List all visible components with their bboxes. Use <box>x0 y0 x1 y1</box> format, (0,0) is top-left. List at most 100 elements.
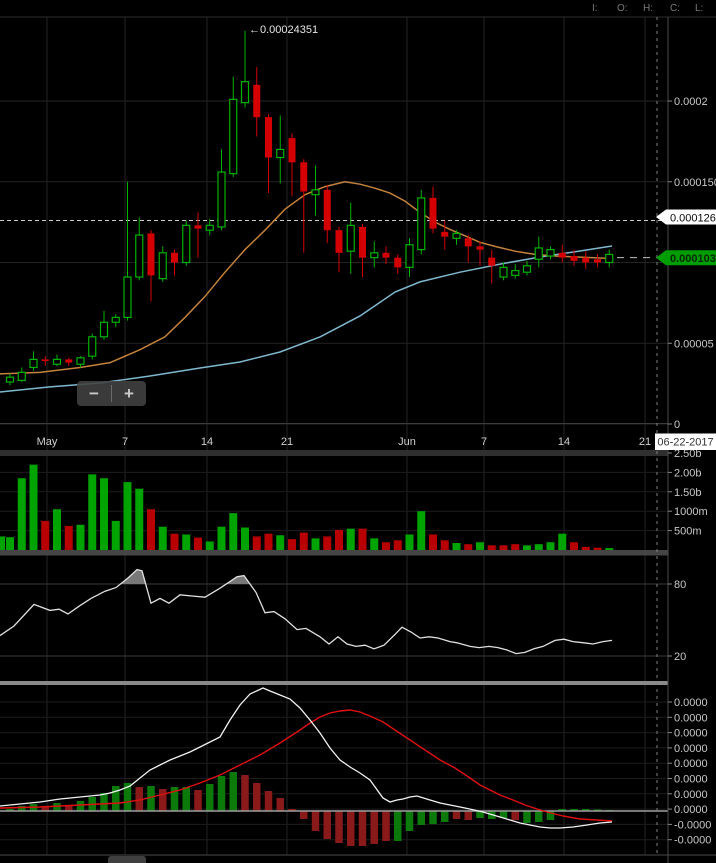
candlestick <box>88 333 97 360</box>
candlestick <box>99 310 109 341</box>
time-axis-label: 14 <box>558 436 570 448</box>
volume-bar <box>487 545 496 550</box>
price-tick-label: 0.0002 <box>674 96 708 108</box>
candlestick <box>594 254 601 268</box>
macd-histogram-bar <box>241 775 249 811</box>
oscillator-panel[interactable] <box>0 568 613 655</box>
volume-bar <box>440 540 449 550</box>
volume-bar <box>76 524 85 550</box>
macd-histogram-bar <box>264 791 273 811</box>
price-tick-label: 0 <box>674 419 680 431</box>
volume-panel[interactable] <box>0 464 614 550</box>
price-tick-label: 0.000150 <box>674 177 716 189</box>
candlestick <box>605 249 614 268</box>
macd-histogram-bar <box>300 811 308 819</box>
candle-body-down <box>335 230 343 253</box>
candle-body-up <box>276 148 285 159</box>
candle-body-up <box>99 321 109 338</box>
volume-bar <box>241 527 249 550</box>
candle-body-down <box>570 256 578 261</box>
time-axis-label: Jun <box>398 436 416 448</box>
macd-histogram-bar <box>452 811 461 819</box>
zoom-control: − + <box>77 381 146 406</box>
candlestick <box>429 186 437 234</box>
candlestick <box>217 149 226 231</box>
candle-body-down <box>41 359 49 362</box>
candle-body-up <box>534 247 543 260</box>
candle-body-up <box>499 266 508 278</box>
volume-bar <box>452 543 461 550</box>
time-axis-label: 21 <box>639 436 651 448</box>
candle-body-up <box>229 98 238 175</box>
volume-tick-label: 500m <box>674 526 702 538</box>
last-price-tag: 0.000103 <box>656 250 716 266</box>
date-tag-value: 06-22-2017 <box>657 437 713 449</box>
ma-blue-line <box>0 245 613 393</box>
volume-bar <box>41 520 50 550</box>
macd-panel[interactable] <box>0 687 668 846</box>
ohlc-open-label: O: <box>617 3 628 14</box>
macd-histogram-bar <box>511 811 519 820</box>
candlestick <box>171 249 178 276</box>
volume-tick-label: 1.50b <box>674 487 702 499</box>
candle-body-up <box>522 265 532 273</box>
macd-tick-label: -0.0000 <box>674 835 711 847</box>
volume-bar <box>17 478 26 550</box>
candlestick <box>265 113 272 194</box>
candle-body-down <box>194 225 202 229</box>
zoom-out-button[interactable]: − <box>77 381 111 406</box>
macd-histogram-bar <box>535 811 543 822</box>
volume-bar <box>593 547 602 550</box>
candlestick <box>382 246 390 265</box>
macd-histogram-bar <box>100 793 108 811</box>
macd-histogram-bar <box>429 811 437 824</box>
bottom-zoom-control-partial[interactable] <box>108 856 146 863</box>
time-axis-label: 14 <box>201 436 213 448</box>
volume-bar <box>123 482 132 550</box>
candle-body-down <box>594 259 601 263</box>
candlestick <box>5 373 15 386</box>
time-axis-label: 7 <box>122 436 128 448</box>
volume-bar <box>570 542 578 550</box>
time-axis-label: 7 <box>481 436 487 448</box>
candle-body-up <box>605 253 614 264</box>
volume-bar <box>605 548 614 550</box>
candle-body-up <box>17 371 26 381</box>
macd-histogram-bar <box>464 811 472 820</box>
candlestick <box>582 251 590 269</box>
candlestick <box>17 367 26 383</box>
volume-bar <box>346 528 355 550</box>
price-scale-axis[interactable]: 0.00020.0001500.0000502.50b2.00b1.50b100… <box>37 96 716 847</box>
candlestick <box>499 262 508 281</box>
candle-body-down <box>488 257 496 266</box>
candle-body-down <box>65 359 73 363</box>
chart-canvas[interactable]: 0.00020.0001500.0000502.50b2.00b1.50b100… <box>0 0 716 863</box>
candlestick <box>558 244 566 263</box>
candle-body-up <box>111 316 120 323</box>
zoom-in-button[interactable]: + <box>112 381 146 406</box>
candle-body-up <box>217 171 226 228</box>
volume-tick-label: 2.00b <box>674 467 702 479</box>
volume-bar <box>53 509 61 550</box>
panel-frame-layer <box>0 16 716 863</box>
macd-histogram-bar <box>276 798 284 811</box>
macd-histogram-bar <box>217 776 226 811</box>
volume-bar <box>323 536 332 550</box>
macd-histogram-bar <box>194 790 202 811</box>
macd-tick-label: 0.0000 <box>674 728 708 740</box>
candle-body-up <box>452 232 461 239</box>
macd-tick-label: 0.0000 <box>674 743 708 755</box>
macd-histogram-bar <box>417 811 425 825</box>
volume-bar <box>511 544 520 550</box>
candlestick <box>323 184 331 244</box>
oscillator-tick-label: 20 <box>674 651 686 663</box>
volume-bar <box>382 542 390 550</box>
candle-body-up <box>88 336 97 357</box>
ohlc-interval-label: I: <box>592 3 598 14</box>
macd-histogram-bar <box>394 811 402 841</box>
candle-body-down <box>558 252 566 258</box>
volume-bar <box>264 533 273 550</box>
candle-body-up <box>417 197 426 251</box>
candle-body-up <box>346 224 355 252</box>
price-panel[interactable] <box>0 30 668 393</box>
